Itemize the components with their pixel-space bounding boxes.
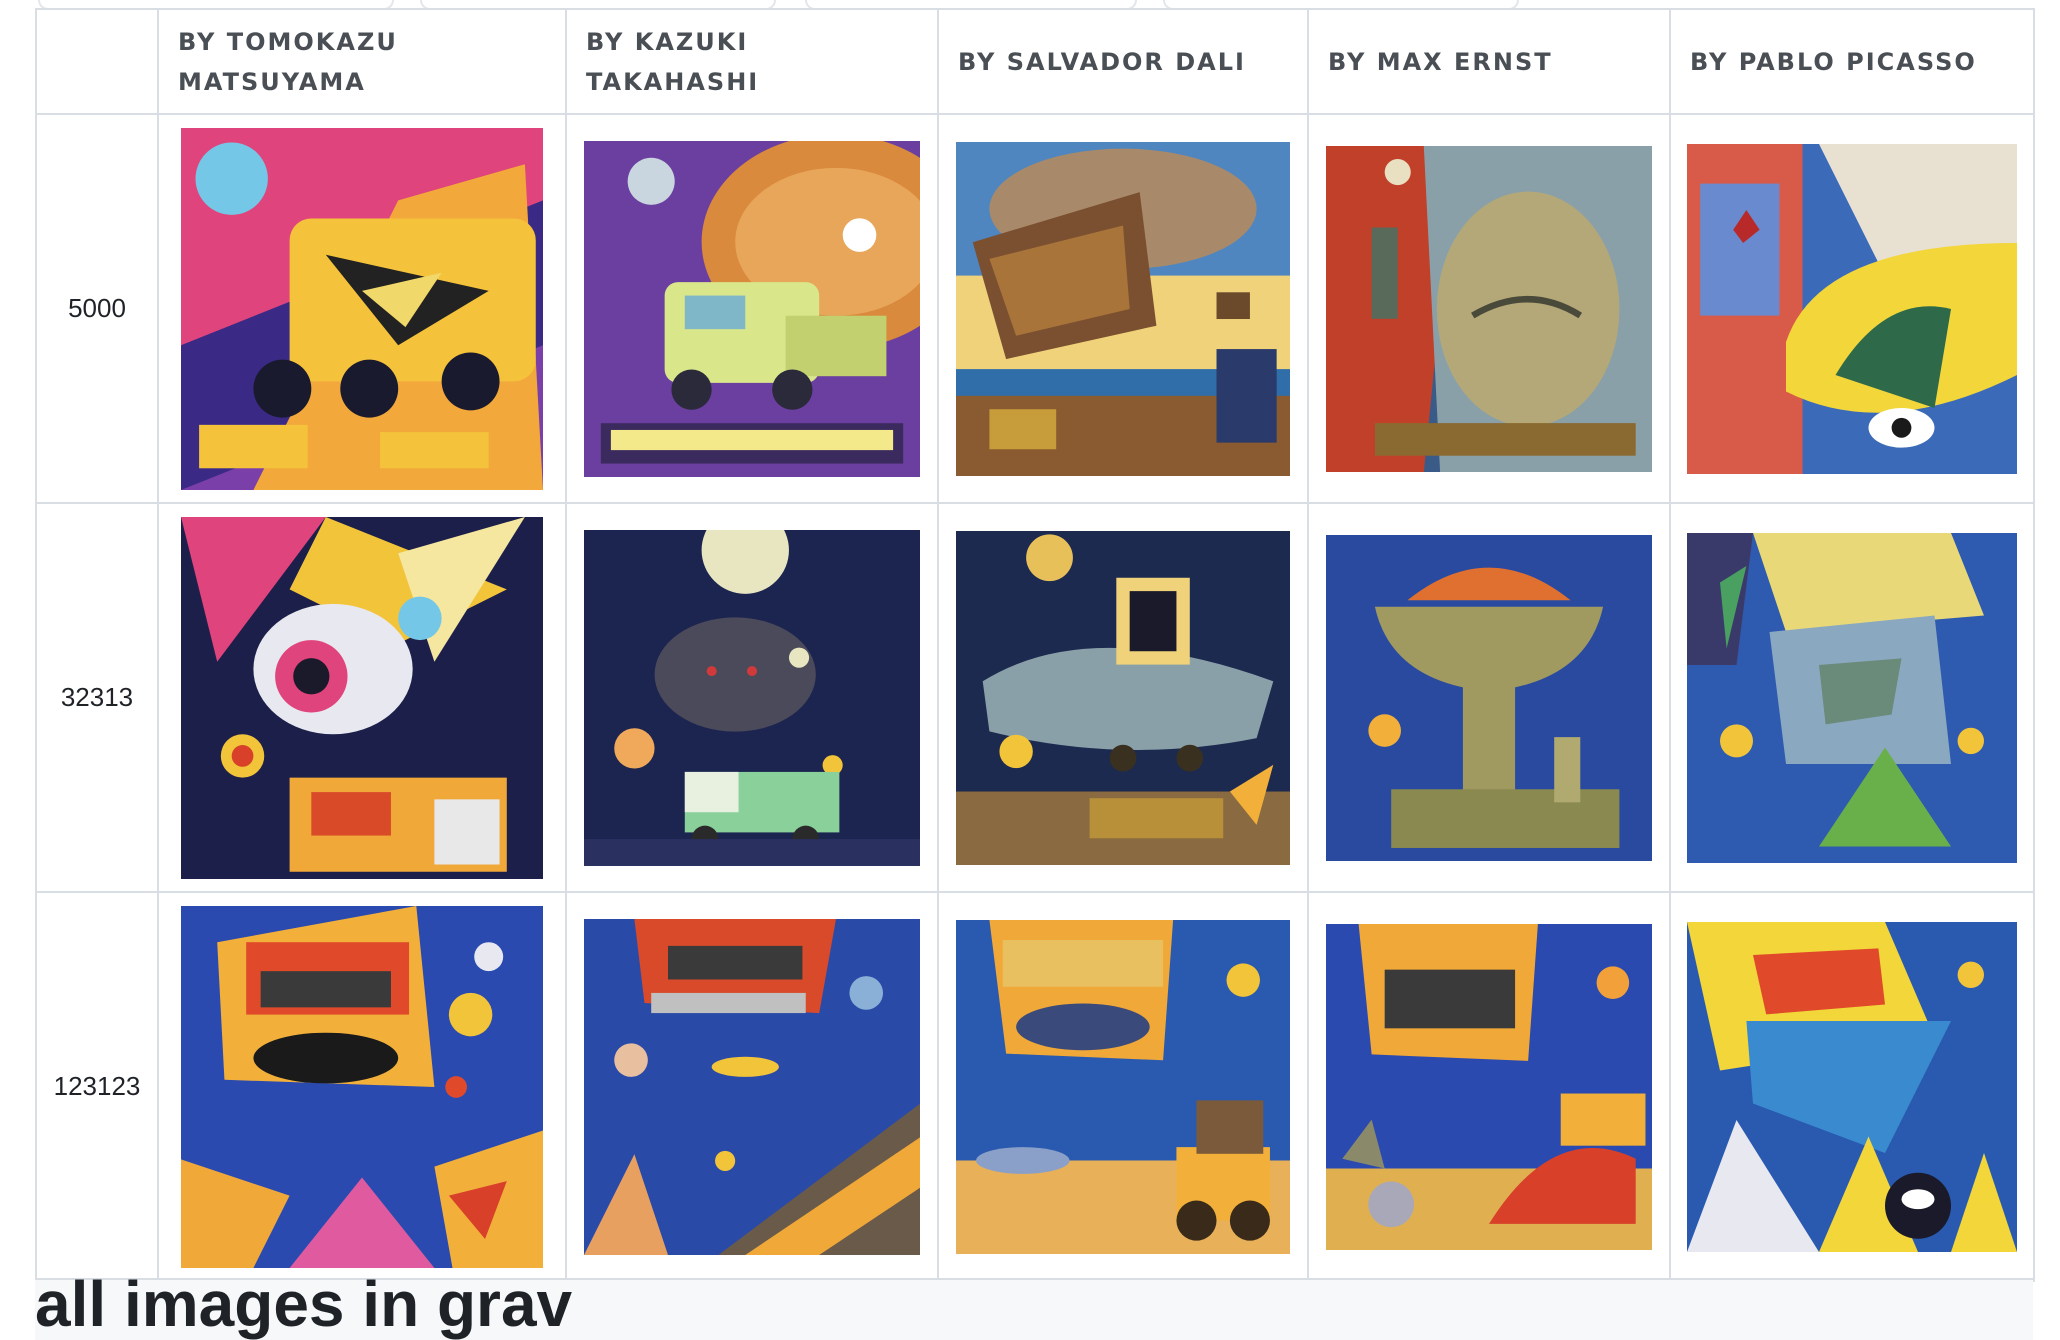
image-ernst-5000[interactable] [1326, 145, 1652, 472]
seed-cell: 123123 [35, 891, 159, 1282]
image-takahashi-5000[interactable] [584, 140, 920, 477]
image-matsuyama-32313[interactable] [181, 516, 543, 879]
image-matsuyama-5000[interactable] [181, 127, 543, 490]
header-kazuki-takahashi: BY KAZUKI TAKAHASHI [565, 8, 939, 115]
image-takahashi-123123[interactable] [584, 918, 920, 1255]
image-ernst-32313[interactable] [1326, 534, 1652, 861]
section-heading: all images in grav [35, 1268, 573, 1340]
image-picasso-5000[interactable] [1687, 143, 2017, 474]
table-row: 123123 [35, 891, 2035, 1282]
image-picasso-123123[interactable] [1687, 921, 2017, 1252]
image-dali-32313[interactable] [956, 530, 1290, 865]
header-tomokazu-matsuyama: BY TOMOKAZU MATSUYAMA [157, 8, 567, 115]
seed-cell: 32313 [35, 502, 159, 893]
image-dali-123123[interactable] [956, 919, 1290, 1254]
image-picasso-32313[interactable] [1687, 532, 2017, 863]
image-dali-5000[interactable] [956, 141, 1290, 476]
image-takahashi-32313[interactable] [584, 529, 920, 866]
header-empty [35, 8, 159, 115]
image-grid-table: BY TOMOKAZU MATSUYAMA BY KAZUKI TAKAHASH… [35, 8, 2035, 1282]
table-row: 32313 [35, 502, 2035, 893]
seed-cell: 5000 [35, 113, 159, 504]
header-pablo-picasso: BY PABLO PICASSO [1669, 8, 2035, 115]
header-salvador-dali: BY SALVADOR DALI [937, 8, 1309, 115]
header-row: BY TOMOKAZU MATSUYAMA BY KAZUKI TAKAHASH… [35, 8, 2035, 115]
image-ernst-123123[interactable] [1326, 923, 1652, 1250]
image-matsuyama-123123[interactable] [181, 905, 543, 1268]
header-max-ernst: BY MAX ERNST [1307, 8, 1671, 115]
table-row: 5000 [35, 113, 2035, 504]
